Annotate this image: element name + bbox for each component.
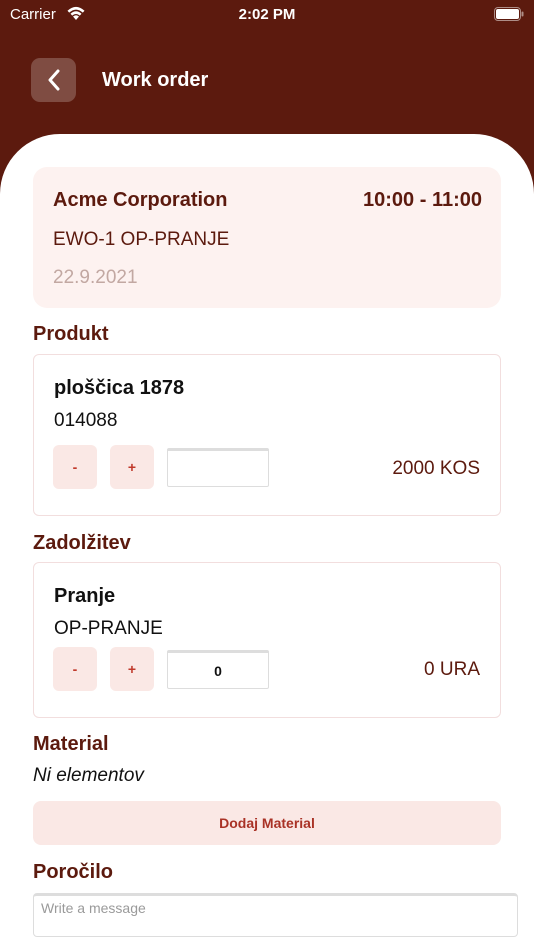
duty-code: OP-PRANJE [54, 618, 163, 639]
product-name: ploščica 1878 [54, 377, 185, 399]
product-card: ploščica 1878 014088 - + 2000 KOS [33, 354, 501, 516]
back-button[interactable] [31, 58, 76, 102]
status-bar: Carrier 2:02 PM [0, 0, 534, 30]
add-material-button[interactable]: Dodaj Material [33, 801, 501, 845]
section-title-material: Material [33, 733, 109, 755]
duty-increment-button[interactable]: + [110, 647, 154, 691]
page-title: Work order [102, 69, 209, 91]
product-code: 014088 [54, 410, 118, 431]
company-name: Acme Corporation [53, 189, 228, 211]
product-decrement-button[interactable]: - [53, 445, 97, 489]
section-title-duty: Zadolžitev [33, 532, 131, 554]
duty-decrement-button[interactable]: - [53, 647, 97, 691]
chevron-left-icon [48, 69, 59, 91]
duty-quantity: 0 URA [424, 659, 480, 680]
product-increment-button[interactable]: + [110, 445, 154, 489]
duty-quantity-input[interactable] [167, 650, 269, 689]
order-time-range: 10:00 - 11:00 [363, 189, 482, 211]
duty-name: Pranje [54, 585, 116, 607]
section-title-report: Poročilo [33, 861, 114, 883]
battery-icon [494, 7, 524, 21]
material-empty-text: Ni elementov [33, 765, 144, 786]
message-input[interactable] [33, 893, 518, 937]
section-title-product: Produkt [33, 323, 109, 345]
order-code: EWO-1 OP-PRANJE [53, 229, 230, 250]
order-date: 22.9.2021 [53, 267, 138, 288]
order-summary-card: Acme Corporation 10:00 - 11:00 EWO-1 OP-… [33, 167, 501, 308]
screen: Carrier 2:02 PM Work order Acme Corporat… [0, 0, 534, 950]
product-quantity: 2000 KOS [392, 458, 480, 479]
status-time: 2:02 PM [238, 6, 296, 23]
duty-card: Pranje OP-PRANJE - + 0 URA [33, 562, 501, 718]
product-quantity-input[interactable] [167, 448, 269, 487]
